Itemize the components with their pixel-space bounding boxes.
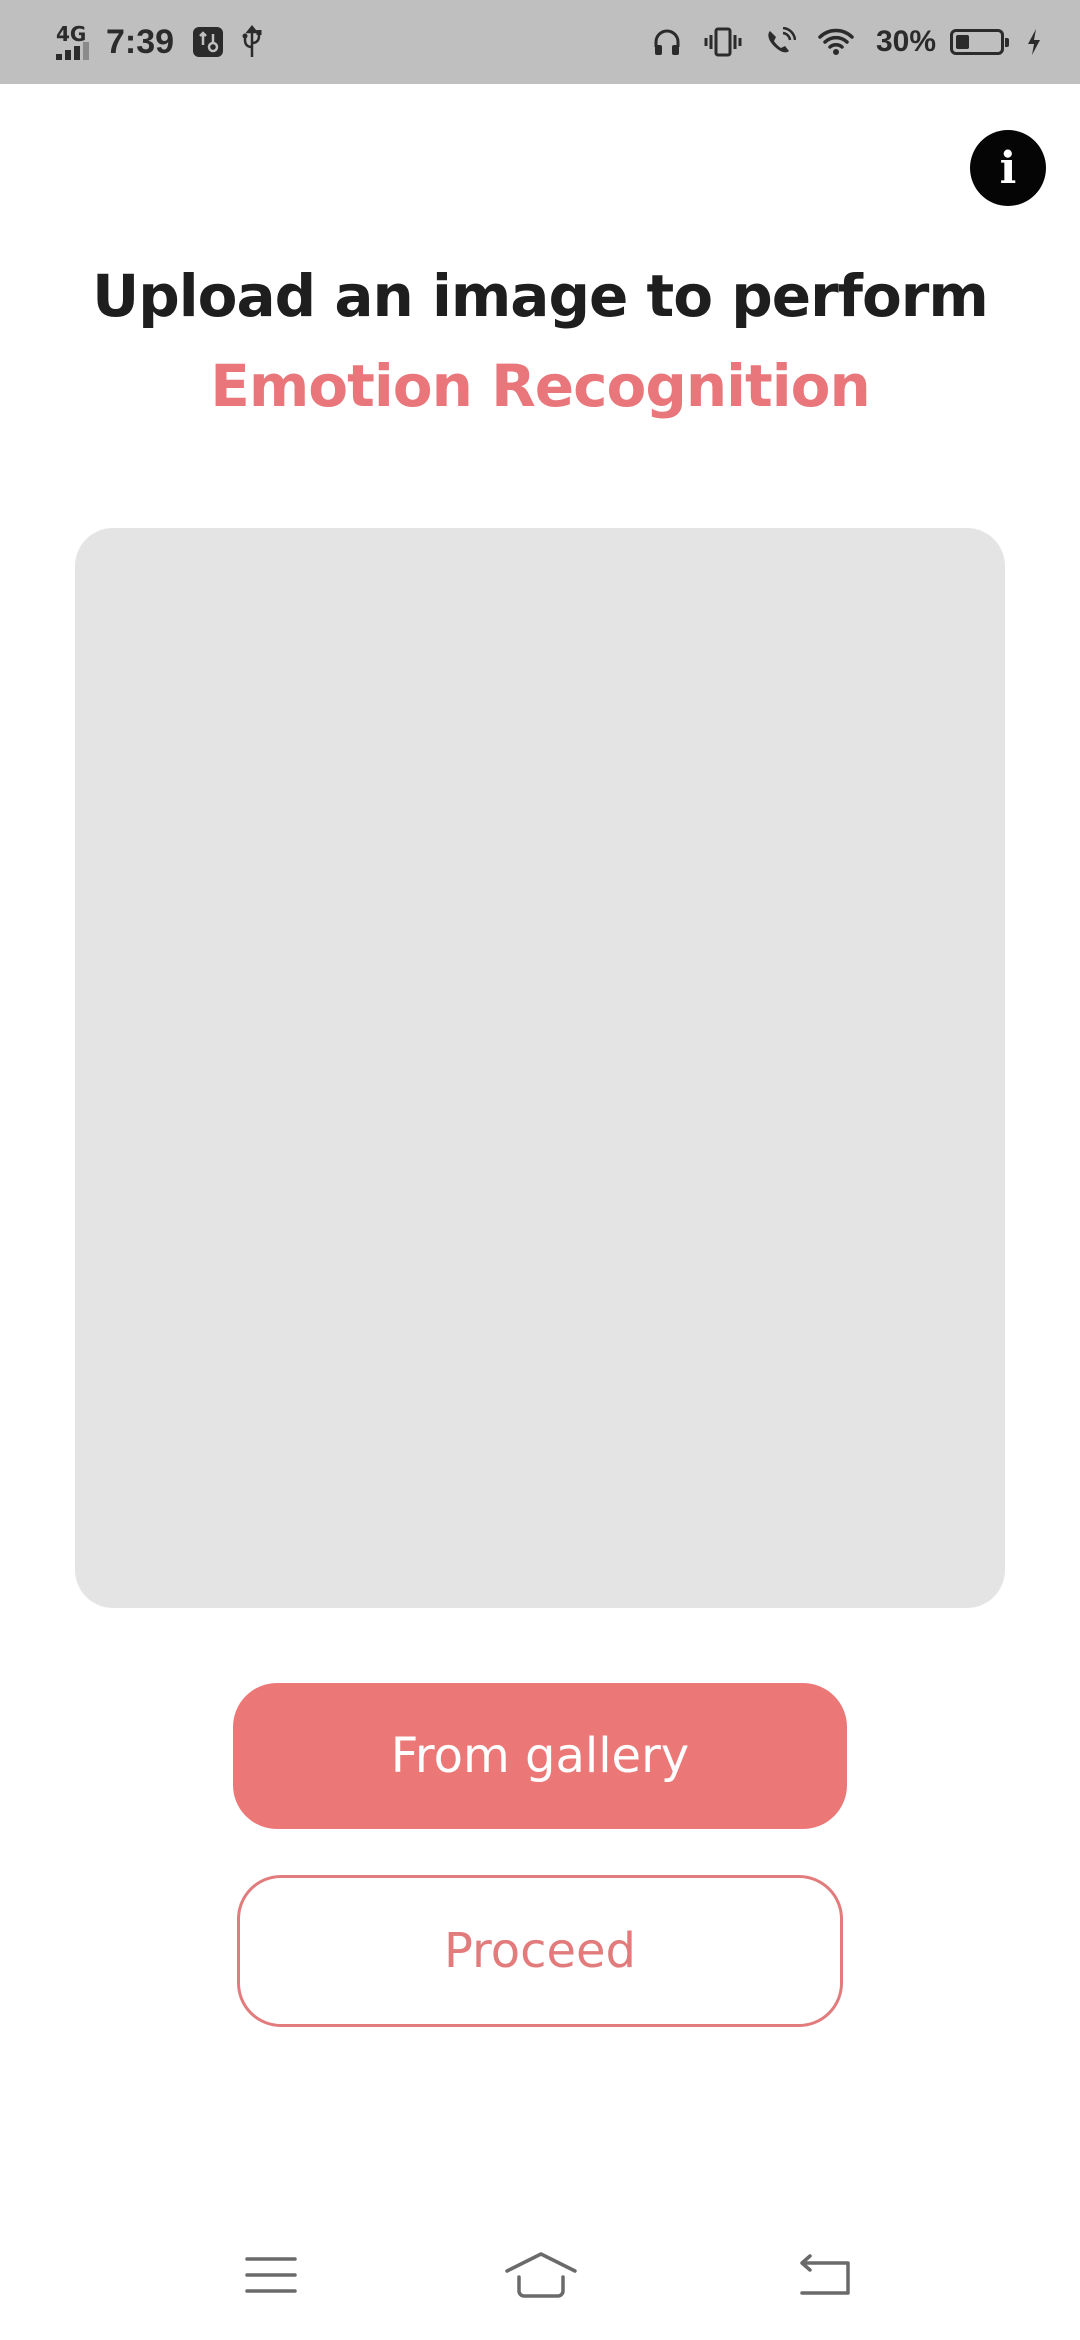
proceed-label: Proceed bbox=[443, 1923, 637, 1979]
usb-icon bbox=[240, 25, 264, 59]
image-preview bbox=[75, 528, 1005, 1608]
info-button[interactable]: i bbox=[970, 130, 1046, 206]
from-gallery-button[interactable]: From gallery bbox=[233, 1683, 847, 1829]
page-heading: Upload an image to perform Emotion Recog… bbox=[0, 258, 1080, 424]
battery-percent: 30% bbox=[875, 25, 936, 58]
signal-icon: 4G bbox=[56, 22, 92, 62]
usb-debug-icon bbox=[192, 26, 224, 58]
screen: 4G 7:39 30% i Upload an image to perform… bbox=[0, 0, 1080, 2340]
wifi-icon bbox=[818, 28, 854, 56]
network-type: 4G bbox=[56, 22, 87, 46]
status-bar: 4G 7:39 30% bbox=[0, 0, 1080, 84]
signal-bars bbox=[56, 42, 89, 60]
from-gallery-label: From gallery bbox=[390, 1728, 690, 1784]
menu-icon[interactable] bbox=[226, 2240, 316, 2310]
status-bar-left: 4G 7:39 bbox=[56, 0, 280, 84]
status-bar-right: 30% bbox=[630, 0, 1042, 84]
headphones-icon bbox=[652, 27, 682, 57]
heading-subtitle: Emotion Recognition bbox=[210, 352, 871, 420]
status-time: 7:39 bbox=[106, 22, 175, 61]
battery-icon bbox=[950, 29, 1009, 55]
navigation-bar bbox=[0, 2230, 1080, 2340]
proceed-button[interactable]: Proceed bbox=[237, 1875, 843, 2027]
battery-fill bbox=[956, 35, 969, 49]
vibrate-icon bbox=[704, 27, 742, 57]
charging-icon bbox=[1026, 28, 1042, 56]
wifi-calling-icon bbox=[764, 27, 796, 57]
heading-title: Upload an image to perform bbox=[92, 262, 989, 330]
back-icon[interactable] bbox=[778, 2240, 868, 2310]
home-icon[interactable] bbox=[496, 2240, 586, 2310]
info-icon: i bbox=[999, 142, 1017, 194]
